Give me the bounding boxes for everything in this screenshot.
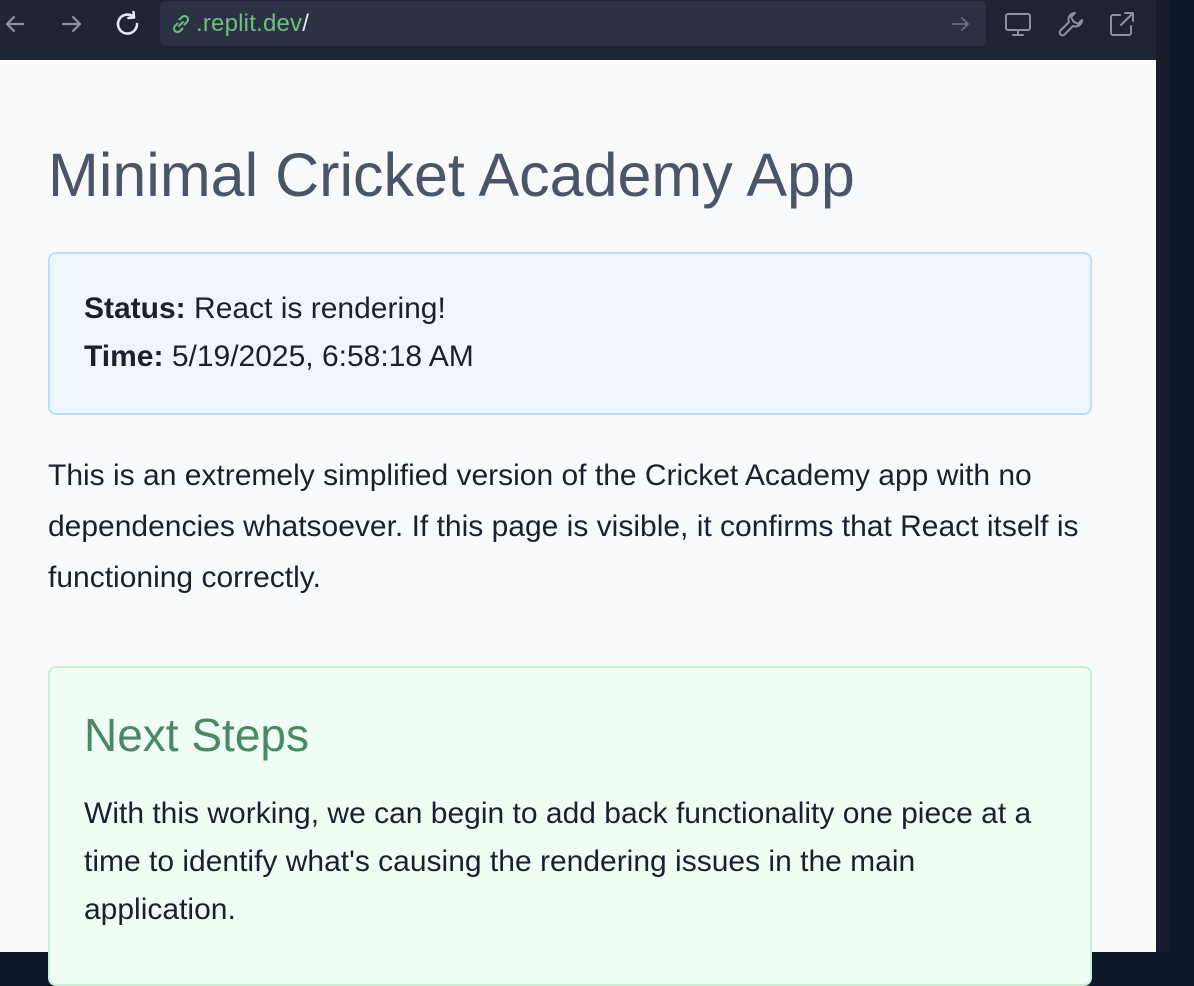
monitor-icon [1005,13,1031,36]
status-value: React is rendering! [194,292,446,325]
time-row: Time: 5/19/2025, 6:58:18 AM [84,340,474,374]
browser-toolbar: .replit.dev/ [0,0,1156,60]
description-text: This is an extremely simplified version … [48,459,1079,594]
forward-button[interactable] [56,8,88,40]
next-steps-heading: Next Steps [84,709,309,761]
back-button[interactable] [0,8,32,40]
next-steps-card: Next Steps With this working, we can beg… [48,666,1092,986]
external-link-icon [1110,12,1134,36]
devtools-button[interactable] [1055,8,1087,40]
status-row: Status: React is rendering! [84,292,446,326]
time-label: Time: [84,340,164,373]
wrench-icon [1058,12,1083,37]
link-icon [172,14,190,34]
reload-icon [116,10,139,35]
reload-button[interactable] [112,8,144,40]
go-arrow-icon[interactable] [950,13,972,35]
window-edge-border [1156,0,1170,952]
page-title: Minimal Cricket Academy App [48,141,855,209]
window-edge [1156,0,1194,952]
forward-arrow-icon [61,15,82,33]
next-steps-text: With this working, we can begin to add b… [84,797,1032,926]
url-text: .replit.dev/ [196,10,309,38]
url-path: / [302,10,310,37]
devices-button[interactable] [1002,8,1034,40]
url-domain: .replit.dev [196,10,303,37]
open-new-tab-button[interactable] [1106,8,1138,40]
status-label: Status: [84,292,186,325]
url-bar[interactable]: .replit.dev/ [160,1,986,46]
status-card: Status: React is rendering! Time: 5/19/2… [48,252,1092,415]
back-arrow-icon [5,15,25,33]
webview: Minimal Cricket Academy App Status: Reac… [0,60,1156,986]
time-value: 5/19/2025, 6:58:18 AM [171,340,474,373]
